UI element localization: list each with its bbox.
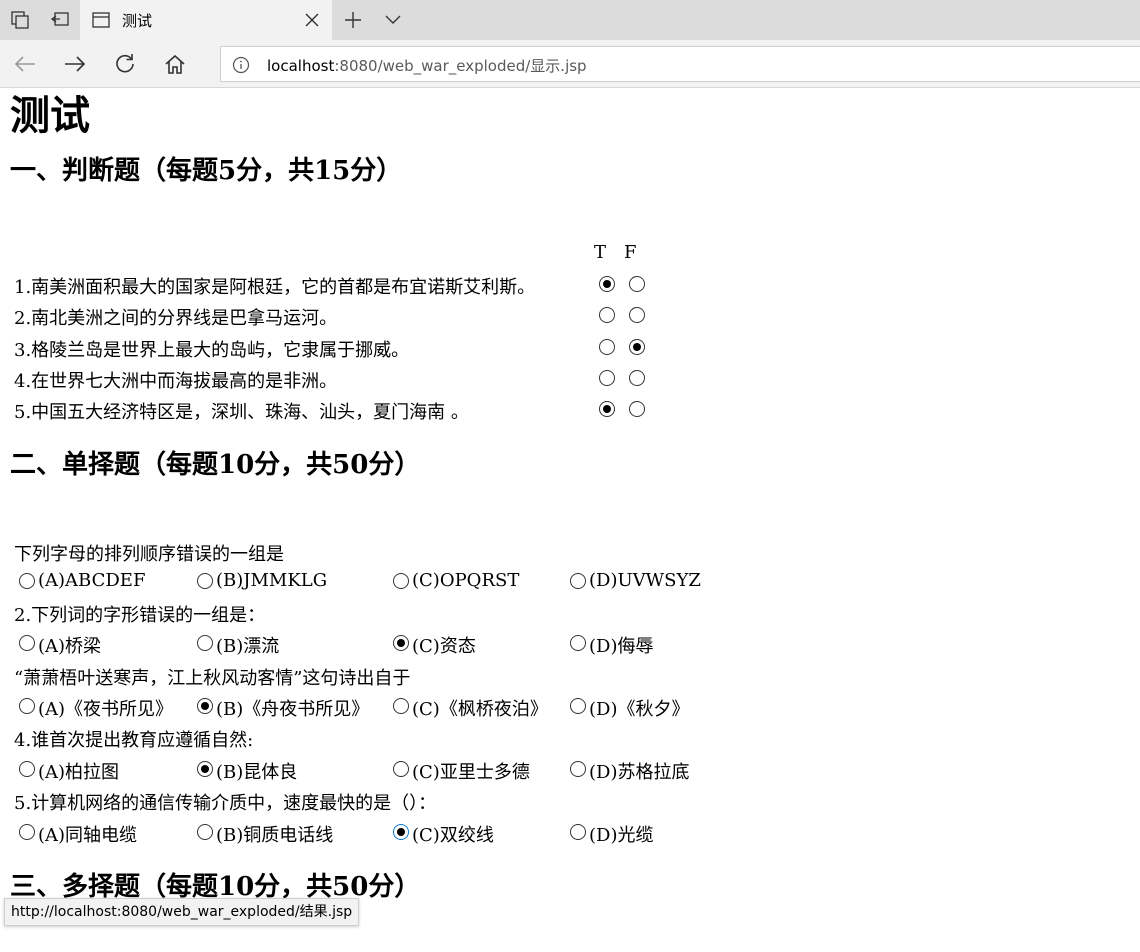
tf-question-3: 3.格陵兰岛是世界上最大的岛屿，它隶属于挪威。	[14, 340, 410, 361]
tf-question-5: 5.中国五大经济特区是，深圳、珠海、汕头，夏门海南 。	[14, 402, 469, 423]
single-q1-option-b-label: (B)JMMKLG	[216, 570, 328, 591]
single-q4-option-c-label: (C)亚里士多德	[412, 762, 530, 783]
section-title-single-choice: 二、单择题（每题10分，共50分）	[10, 450, 421, 480]
navigation-bar: localhost:8080/web_war_exploded/显示.jsp	[0, 40, 1140, 88]
single-q1-option-a-label: (A)ABCDEF	[38, 570, 146, 591]
single-q1-option-b-radio[interactable]	[197, 573, 213, 589]
url-path: :8080/web_war_exploded/显示.jsp	[334, 57, 587, 75]
single-q5-option-b-label: (B)铜质电话线	[216, 825, 334, 846]
url-host: localhost	[267, 57, 335, 75]
single-q4-option-c-radio[interactable]	[393, 761, 409, 777]
single-q5-option-a-radio[interactable]	[19, 824, 35, 840]
single-q1-option-d-label: (D)UVWSYZ	[589, 570, 701, 591]
tf-q3-false-radio[interactable]	[629, 339, 645, 355]
single-q4-option-b-label: (B)昆体良	[216, 762, 298, 783]
tf-q2-true-radio[interactable]	[599, 307, 615, 323]
tf-question-1: 1.南美洲面积最大的国家是阿根廷，它的首都是布宜诺斯艾利斯。	[14, 277, 536, 298]
single-q3-option-c-radio[interactable]	[393, 698, 409, 714]
single-q2-option-a-radio[interactable]	[19, 635, 35, 651]
close-tab-icon[interactable]	[300, 8, 324, 32]
new-tab-icon[interactable]	[340, 8, 366, 32]
single-question-4: 4.谁首次提出教育应遵循自然:	[14, 730, 254, 751]
single-q3-option-d-label: (D)《秋夕》	[589, 699, 690, 720]
single-q3-option-c-label: (C)《枫桥夜泊》	[412, 699, 548, 720]
single-q3-option-a-label: (A)《夜书所见》	[38, 699, 174, 720]
tf-q4-true-radio[interactable]	[599, 370, 615, 386]
url-text[interactable]: localhost:8080/web_war_exploded/显示.jsp	[267, 55, 587, 76]
status-url-tooltip: http://localhost:8080/web_war_exploded/结…	[4, 898, 360, 926]
tf-q4-false-radio[interactable]	[629, 370, 645, 386]
single-q3-option-a-radio[interactable]	[19, 698, 35, 714]
single-q4-option-b-radio[interactable]	[197, 761, 213, 777]
tab-preview-icon[interactable]	[8, 8, 32, 32]
tf-header-false: F	[624, 242, 637, 263]
tab-bar: 测试	[0, 0, 1140, 40]
tf-question-4: 4.在世界七大洲中而海拔最高的是非洲。	[14, 371, 338, 392]
tf-question-2: 2.南北美洲之间的分界线是巴拿马运河。	[14, 308, 338, 329]
single-q4-option-d-label: (D)苏格拉底	[589, 762, 690, 783]
single-q5-option-b-radio[interactable]	[197, 824, 213, 840]
single-q1-option-c-radio[interactable]	[393, 573, 409, 589]
single-q3-option-b-radio[interactable]	[197, 698, 213, 714]
page-content: 测试 一、判断题（每题5分，共15分） T F 1.南美洲面积最大的国家是阿根廷…	[0, 88, 1140, 952]
single-q5-option-c-radio[interactable]	[393, 824, 409, 840]
tab-title: 测试	[122, 12, 153, 30]
single-q2-option-b-radio[interactable]	[197, 635, 213, 651]
tf-q3-true-radio[interactable]	[599, 339, 615, 355]
active-tab[interactable]: 测试	[80, 0, 332, 40]
single-q3-option-d-radio[interactable]	[570, 698, 586, 714]
home-icon[interactable]	[162, 51, 188, 77]
single-question-2: 2.下列词的字形错误的一组是：	[14, 605, 266, 626]
page-title: 测试	[10, 92, 90, 139]
tf-q1-false-radio[interactable]	[629, 276, 645, 292]
tf-q5-false-radio[interactable]	[629, 401, 645, 417]
single-q4-option-a-label: (A)柏拉图	[38, 762, 120, 783]
single-q1-option-c-label: (C)OPQRST	[412, 570, 520, 591]
single-q5-option-d-label: (D)光缆	[589, 825, 654, 846]
back-icon[interactable]	[12, 51, 38, 77]
single-q2-option-a-label: (A)桥梁	[38, 636, 102, 657]
section-title-true-false: 一、判断题（每题5分，共15分）	[10, 156, 403, 186]
forward-icon[interactable]	[62, 51, 88, 77]
single-question-5: 5.计算机网络的通信传输介质中，速度最快的是（）：	[14, 793, 437, 814]
single-question-1: 下列字母的排列顺序错误的一组是	[14, 544, 284, 565]
single-q4-option-d-radio[interactable]	[570, 761, 586, 777]
single-question-3: “萧萧梧叶送寒声，江上秋风动客情”这句诗出自于	[14, 668, 411, 689]
chevron-down-icon[interactable]	[380, 8, 406, 32]
tf-q2-false-radio[interactable]	[629, 307, 645, 323]
info-icon[interactable]	[231, 55, 251, 75]
page-icon	[92, 12, 110, 32]
single-q2-option-c-label: (C)资态	[412, 636, 476, 657]
tf-header-true: T	[594, 242, 607, 263]
single-q4-option-a-radio[interactable]	[19, 761, 35, 777]
single-q2-option-c-radio[interactable]	[393, 635, 409, 651]
single-q1-option-a-radio[interactable]	[19, 573, 35, 589]
single-q5-option-a-label: (A)同轴电缆	[38, 825, 138, 846]
single-q1-option-d-radio[interactable]	[570, 573, 586, 589]
tf-q5-true-radio[interactable]	[599, 401, 615, 417]
single-q5-option-d-radio[interactable]	[570, 824, 586, 840]
tf-q1-true-radio[interactable]	[599, 276, 615, 292]
set-aside-tabs-icon[interactable]	[48, 8, 72, 32]
single-q2-option-b-label: (B)漂流	[216, 636, 280, 657]
single-q2-option-d-radio[interactable]	[570, 635, 586, 651]
single-q3-option-b-label: (B)《舟夜书所见》	[216, 699, 370, 720]
refresh-icon[interactable]	[112, 51, 138, 77]
single-q2-option-d-label: (D)侮辱	[589, 636, 654, 657]
single-q5-option-c-label: (C)双绞线	[412, 825, 494, 846]
address-bar[interactable]: localhost:8080/web_war_exploded/显示.jsp	[220, 46, 1140, 82]
